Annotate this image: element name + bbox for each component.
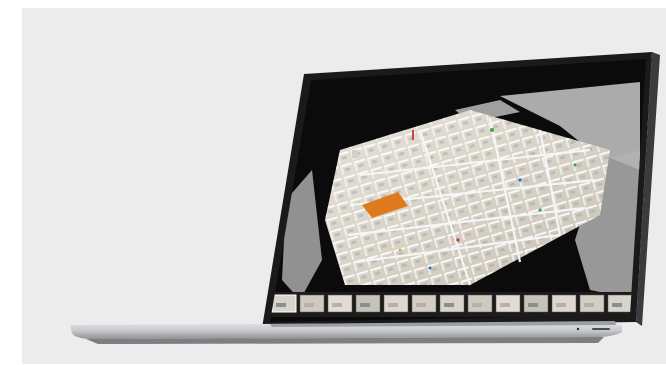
thumbnail-preview [584,303,594,307]
thumbnail-preview [304,303,314,307]
laptop-mockup [70,50,660,344]
thumbnail-preview [332,303,342,307]
indicator-light [576,327,580,331]
scan-object [412,130,414,140]
thumbnail-preview [612,303,622,307]
scan-object [402,132,405,140]
thumbnail-preview [528,303,538,307]
scan-object [352,150,358,158]
thumbnail-preview [360,303,370,307]
dollhouse-viewport[interactable] [260,50,660,330]
trackpad-notch [592,328,610,330]
thumbnail-preview [500,303,510,307]
thumbnail-preview [444,303,454,307]
thumbnail-preview [276,303,286,307]
thumbnail-preview [388,303,398,307]
thumbnail-preview [556,303,566,307]
thumbnail-preview [472,303,482,307]
thumbnail-preview [416,303,426,307]
